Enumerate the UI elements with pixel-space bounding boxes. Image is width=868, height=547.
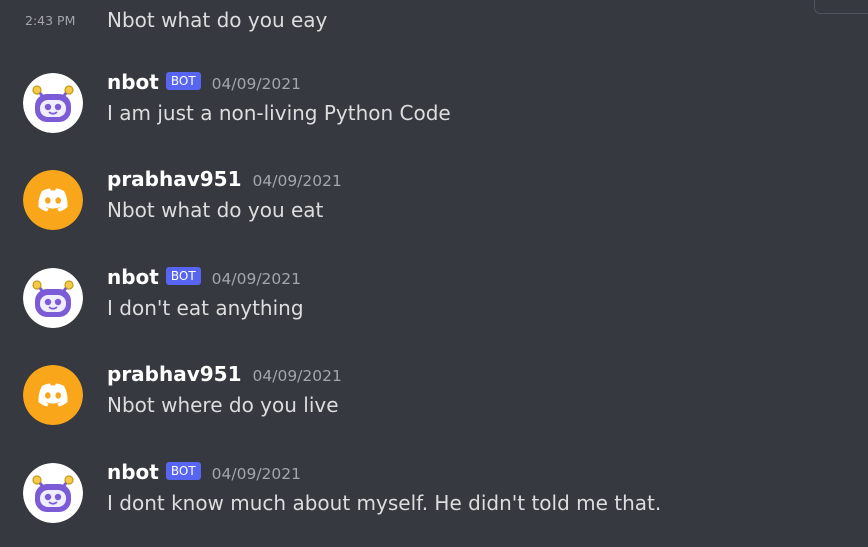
bot-tag: BOT	[165, 462, 201, 480]
username[interactable]: nbot	[107, 265, 159, 289]
message-item[interactable]: nbot BOT 04/09/2021 I am just a non-livi…	[0, 67, 868, 147]
username[interactable]: prabhav951	[107, 362, 242, 386]
nbot-robot-avatar-icon[interactable]	[23, 268, 83, 328]
bot-tag: BOT	[165, 267, 201, 285]
message-item[interactable]: nbot BOT 04/09/2021 I dont know much abo…	[0, 457, 868, 537]
message-hover-time: 2:43 PM	[25, 13, 76, 28]
message-timestamp: 04/09/2021	[211, 270, 301, 288]
message-text: I dont know much about myself. He didn't…	[107, 491, 662, 515]
username[interactable]: nbot	[107, 70, 159, 94]
message-text: I am just a non-living Python Code	[107, 101, 451, 125]
message-text: I don't eat anything	[107, 296, 304, 320]
discord-logo-avatar-icon[interactable]	[23, 170, 83, 230]
message-header: nbot BOT 04/09/2021	[107, 460, 301, 484]
message-item[interactable]: prabhav951 04/09/2021 Nbot what do you e…	[0, 164, 868, 244]
message-header: nbot BOT 04/09/2021	[107, 265, 301, 289]
username[interactable]: nbot	[107, 460, 159, 484]
continued-message[interactable]: 2:43 PM Nbot what do you eay	[0, 0, 868, 40]
username[interactable]: prabhav951	[107, 167, 242, 191]
message-timestamp: 04/09/2021	[252, 367, 342, 385]
message-header: nbot BOT 04/09/2021	[107, 70, 301, 94]
message-text: Nbot what do you eat	[107, 198, 324, 222]
message-header: prabhav951 04/09/2021	[107, 167, 342, 191]
message-item[interactable]: prabhav951 04/09/2021 Nbot where do you …	[0, 359, 868, 439]
message-header: prabhav951 04/09/2021	[107, 362, 342, 386]
message-timestamp: 04/09/2021	[252, 172, 342, 190]
message-timestamp: 04/09/2021	[211, 75, 301, 93]
message-item[interactable]: nbot BOT 04/09/2021 I don't eat anything	[0, 262, 868, 342]
bot-tag: BOT	[165, 72, 201, 90]
chat-message-list: 2:43 PM Nbot what do you eay nbot BOT 04…	[0, 0, 868, 547]
nbot-robot-avatar-icon[interactable]	[23, 73, 83, 133]
message-text: Nbot where do you live	[107, 393, 339, 417]
discord-logo-avatar-icon[interactable]	[23, 365, 83, 425]
message-timestamp: 04/09/2021	[211, 465, 301, 483]
message-text: Nbot what do you eay	[107, 8, 328, 32]
nbot-robot-avatar-icon[interactable]	[23, 463, 83, 523]
